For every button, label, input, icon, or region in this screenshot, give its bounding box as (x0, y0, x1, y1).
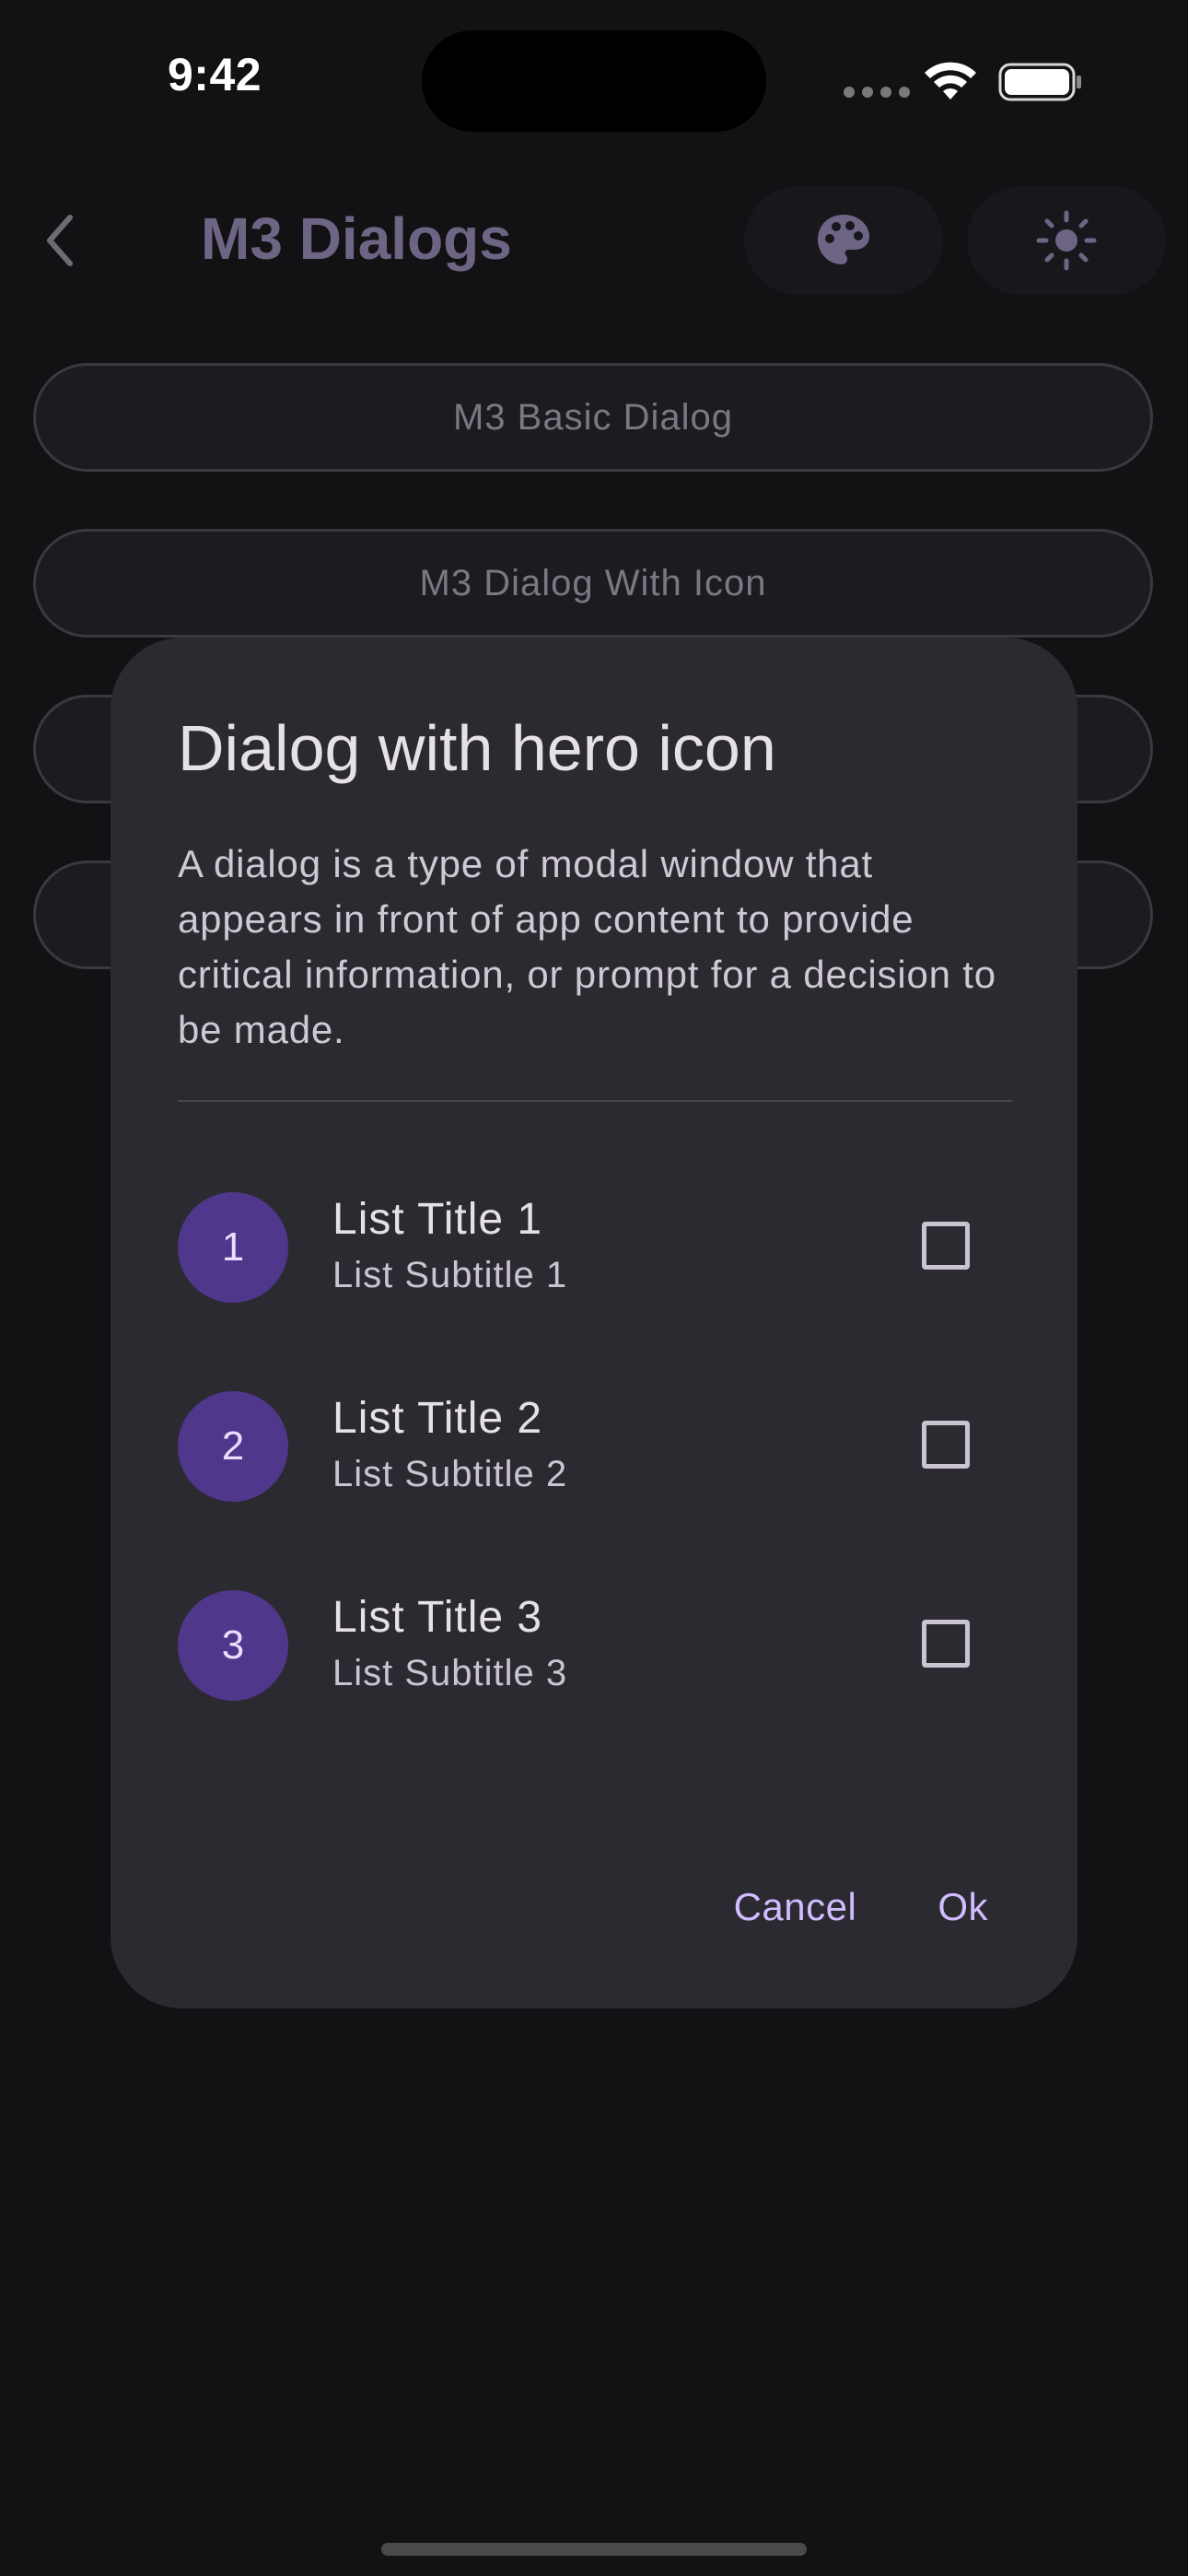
cancel-button[interactable]: Cancel (712, 1872, 879, 1942)
list-item[interactable]: 3 List Title 3 List Subtitle 3 (178, 1581, 1012, 1710)
dialog-body: A dialog is a type of modal window that … (178, 842, 996, 1051)
list-item-subtitle: List Subtitle 3 (332, 1653, 568, 1693)
list-item-subtitle: List Subtitle 2 (332, 1454, 568, 1494)
dialog-title: Dialog with hero icon (178, 712, 776, 784)
list-item-title: List Title 2 (332, 1394, 543, 1443)
list-item[interactable]: 2 List Title 2 List Subtitle 2 (178, 1382, 1012, 1511)
home-indicator[interactable] (381, 2543, 807, 2556)
dialog: Dialog with hero icon A dialog is a type… (111, 638, 1077, 2008)
list-item-title: List Title 1 (332, 1195, 543, 1244)
app-screen: 9:42 M3 Dialogs M3 Basic Dialog M3 Dialo… (0, 0, 1188, 2576)
list-item-avatar: 1 (178, 1192, 288, 1303)
dialog-divider (178, 1100, 1012, 1102)
ok-button[interactable]: Ok (915, 1872, 1010, 1942)
list-item-checkbox[interactable] (922, 1421, 970, 1469)
list-item-avatar: 2 (178, 1391, 288, 1502)
list-item[interactable]: 1 List Title 1 List Subtitle 1 (178, 1183, 1012, 1312)
list-item-title: List Title 3 (332, 1593, 543, 1642)
list-item-subtitle: List Subtitle 1 (332, 1255, 568, 1295)
list-item-checkbox[interactable] (922, 1222, 970, 1270)
dialog-actions: Cancel Ok (712, 1872, 1010, 1942)
list-item-checkbox[interactable] (922, 1620, 970, 1668)
list-item-avatar: 3 (178, 1590, 288, 1701)
